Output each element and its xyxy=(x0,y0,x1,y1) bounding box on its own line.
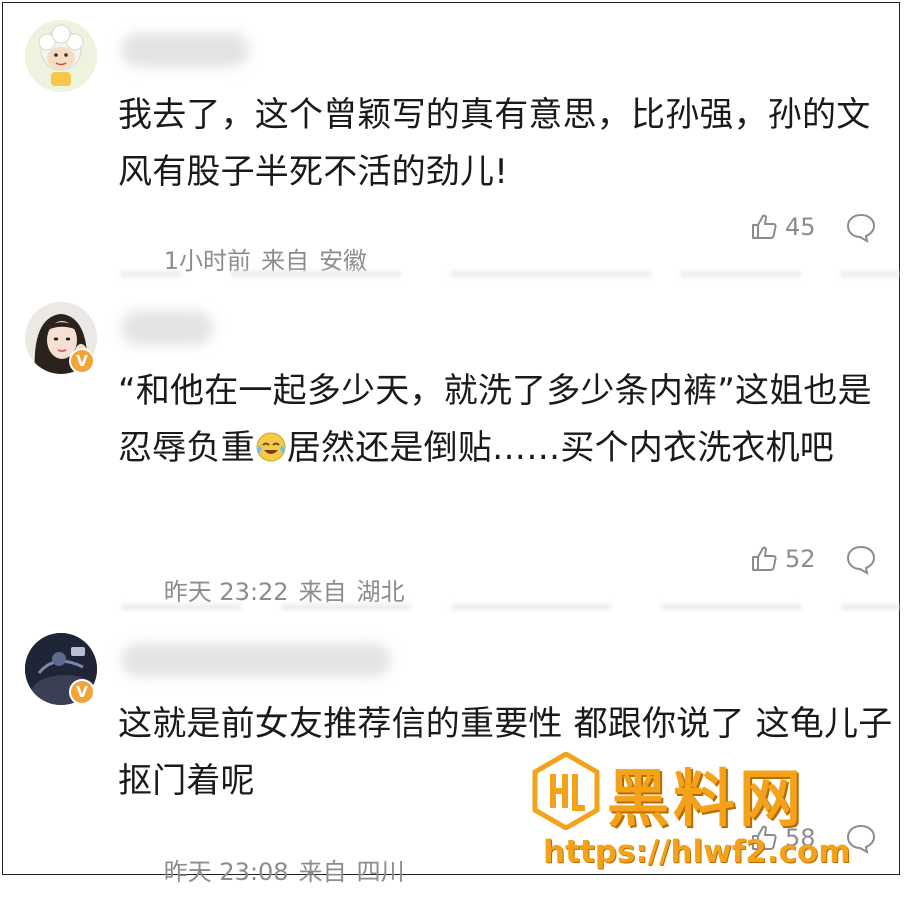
verified-badge: V xyxy=(69,348,95,374)
username-blurred[interactable] xyxy=(121,311,213,345)
comment-meta: 昨天 23:22 来自 湖北 xyxy=(118,544,415,635)
comment-text-part: 居然还是倒贴……买个内衣洗衣机吧 xyxy=(286,428,835,468)
comment-text: “和他在一起多少天，就洗了多少条内裤”这姐也是忍辱负重 居然还是倒贴……买个内衣洗… xyxy=(118,363,893,477)
comment-list: 我去了，这个曾颖写的真有意思，比孙强，孙的文风有股子半死不活的劲儿! 1小时前来… xyxy=(2,2,900,886)
thumbs-up-icon xyxy=(752,214,777,239)
like-count: 45 xyxy=(785,213,816,241)
comment-meta: 昨天 23:08 来自 四川 xyxy=(118,824,415,915)
divider xyxy=(121,604,899,610)
like-button[interactable]: 45 xyxy=(749,211,816,243)
avatar[interactable] xyxy=(25,20,97,92)
watermark-url: https://hlwf2.com xyxy=(543,834,851,870)
like-count: 52 xyxy=(785,545,816,573)
username-blurred[interactable] xyxy=(121,643,391,677)
thumbs-up-icon xyxy=(752,546,777,571)
watermark-title: 黑料网 xyxy=(607,762,806,835)
verified-badge: V xyxy=(69,679,95,705)
comment-location: 湖北 xyxy=(356,578,405,606)
watermark: 黑料网 https://hlwf2.com xyxy=(525,748,904,878)
comment-time: 昨天 23:08 xyxy=(163,858,289,886)
watermark-logo xyxy=(532,752,600,830)
laugh-cry-emoji xyxy=(256,432,286,462)
comment-meta: 1小时前 来自 安徽 xyxy=(118,213,377,304)
comment-bubble-icon[interactable] xyxy=(845,543,877,575)
username-blurred[interactable] xyxy=(121,33,249,67)
comment-location: 四川 xyxy=(356,858,405,886)
divider xyxy=(121,271,899,277)
from-label: 来自 xyxy=(298,578,347,606)
comment-text: 我去了，这个曾颖写的真有意思，比孙强，孙的文风有股子半死不活的劲儿! xyxy=(118,95,871,192)
like-button[interactable]: 52 xyxy=(749,543,816,575)
comment-time: 昨天 23:22 xyxy=(163,578,289,606)
comment-bubble-icon[interactable] xyxy=(845,211,877,243)
from-label: 来自 xyxy=(298,858,347,886)
